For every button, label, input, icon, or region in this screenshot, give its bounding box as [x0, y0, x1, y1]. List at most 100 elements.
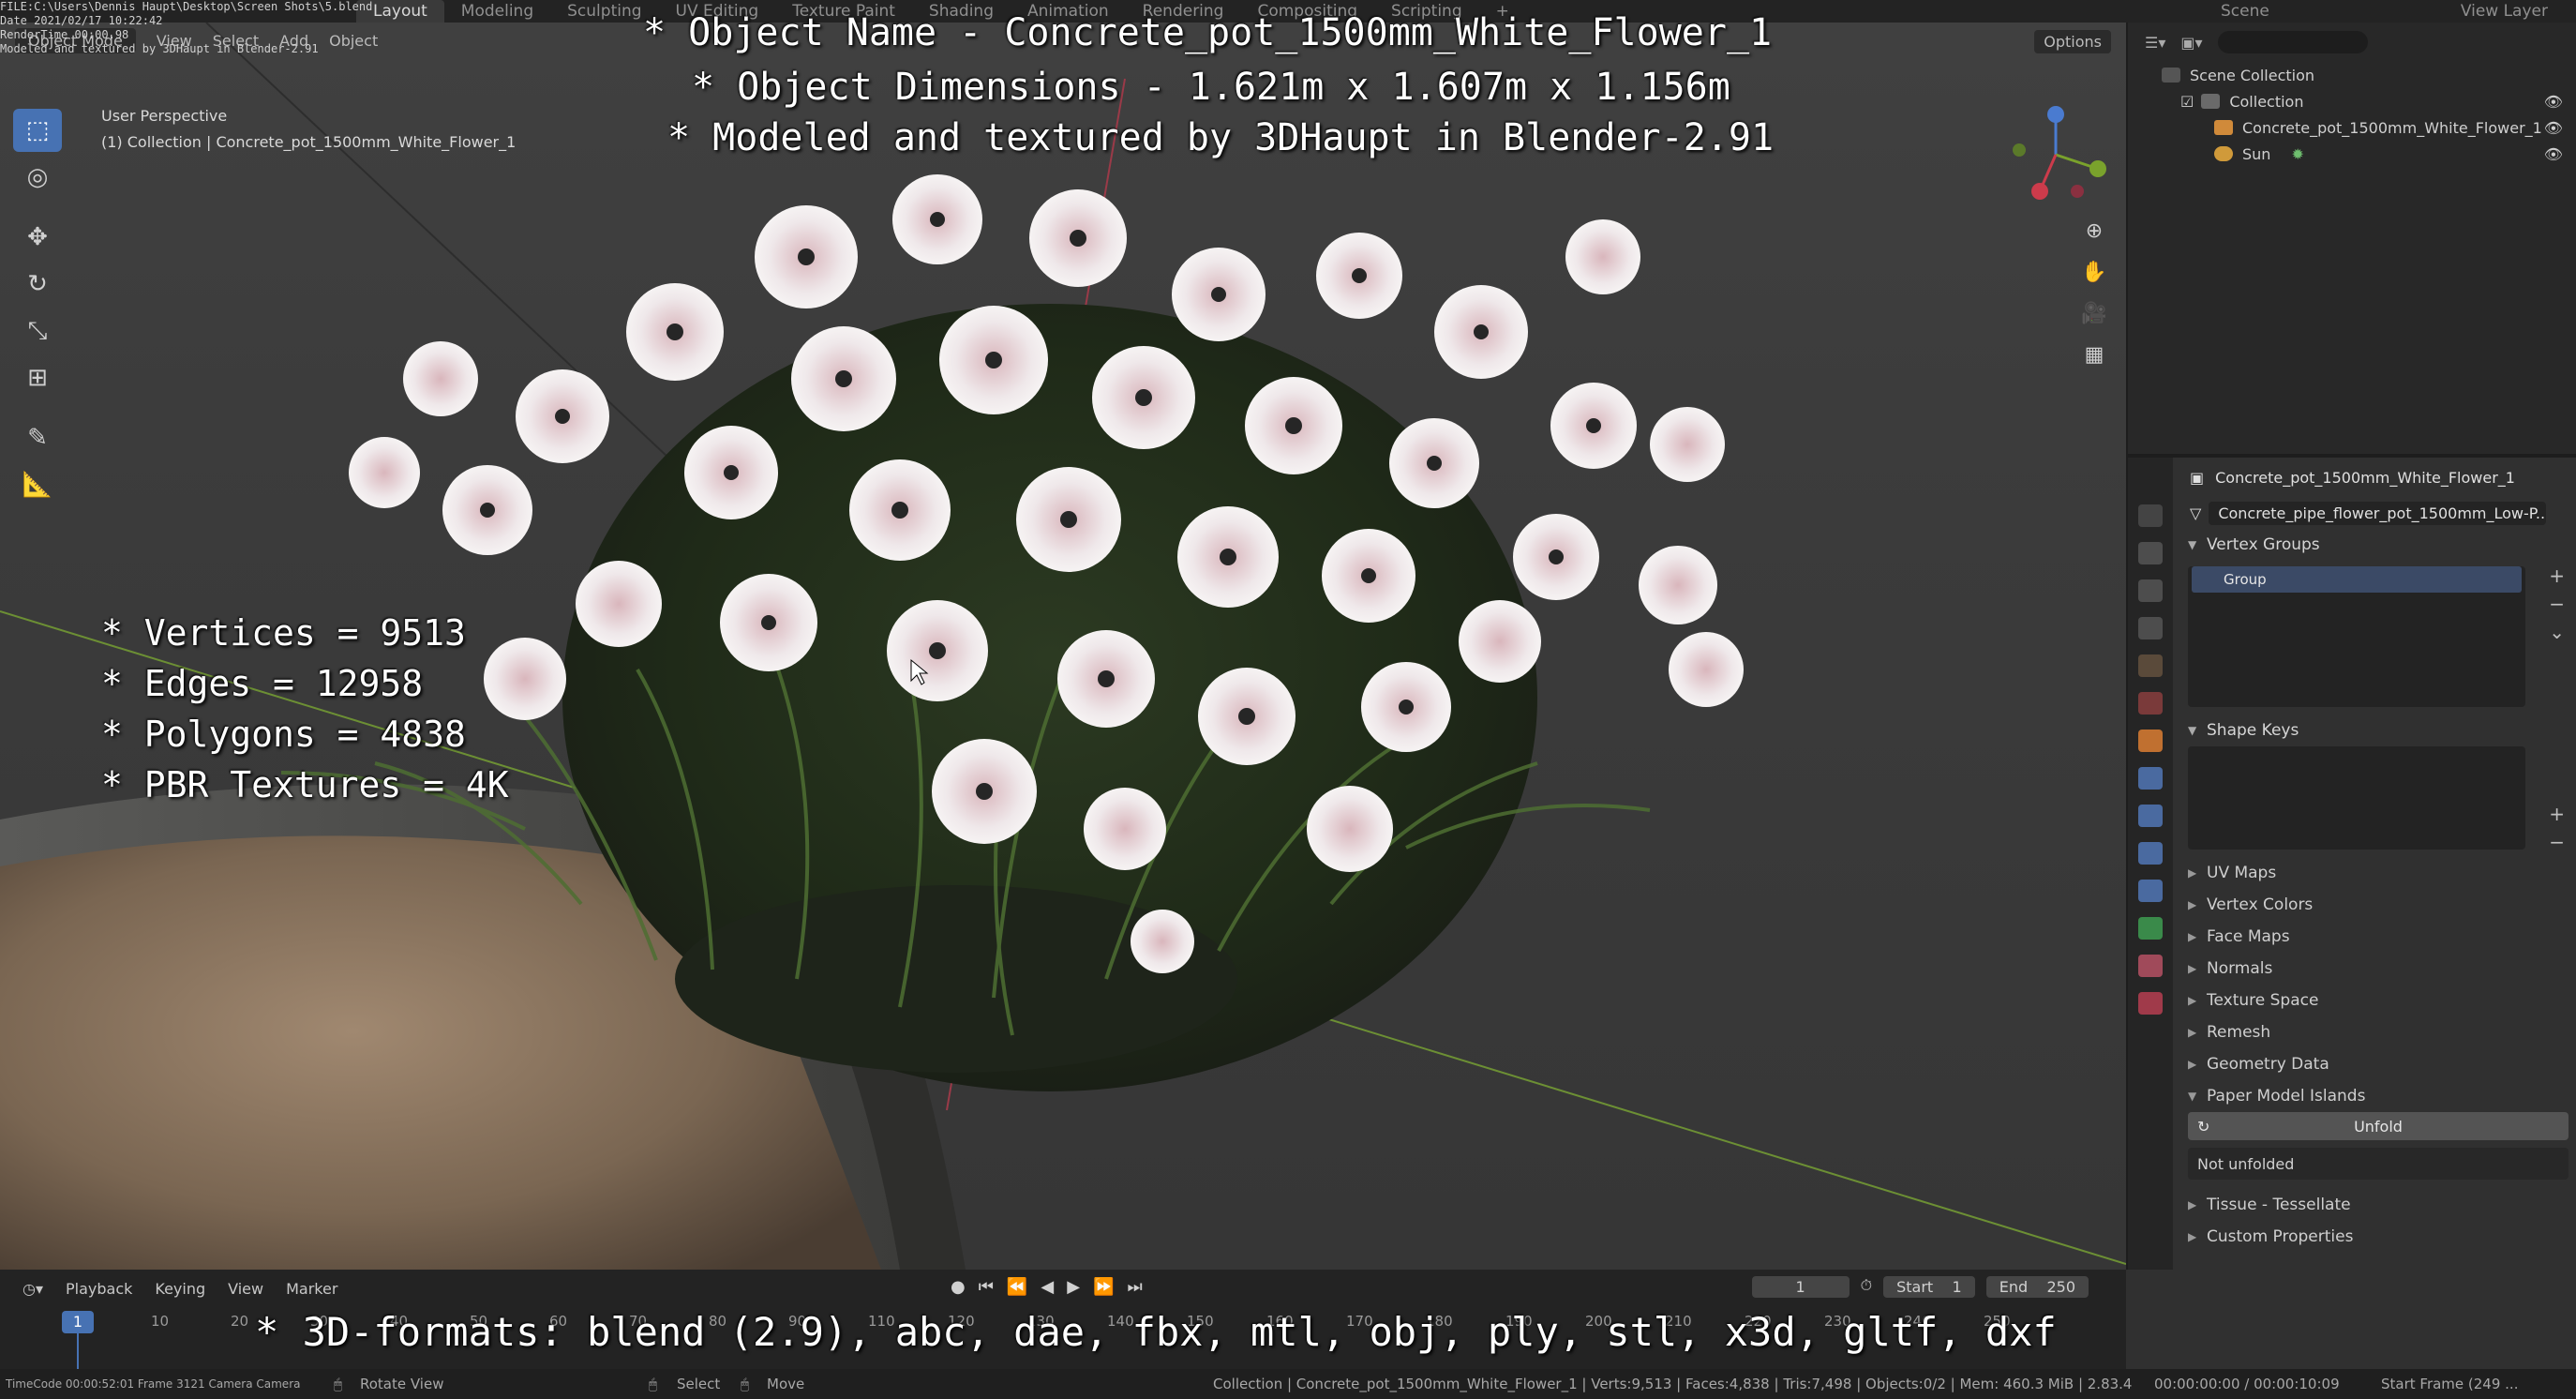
play-icon[interactable]: ▶ [1067, 1277, 1080, 1297]
modifier-tab-icon[interactable] [2138, 767, 2163, 790]
filter-view-icon[interactable]: ▣▾ [2180, 34, 2202, 52]
zoom-icon[interactable]: ⊕ [2074, 219, 2115, 251]
vertex-colors-panel[interactable]: ▶ Vertex Colors [2177, 889, 2576, 921]
outliner-collection[interactable]: ☑ Collection 👁 [2128, 88, 2576, 114]
expanded-arrow-icon: ▼ [2188, 538, 2197, 551]
outliner-scene-collection[interactable]: Scene Collection [2128, 62, 2576, 88]
outliner-search-input[interactable] [2217, 31, 2368, 53]
workspace-tab-modeling[interactable]: Modeling [444, 2, 550, 21]
object-tab-icon[interactable] [2138, 730, 2163, 752]
marker-menu[interactable]: Marker [286, 1280, 337, 1298]
play-reverse-icon[interactable]: ◀ [1041, 1277, 1054, 1297]
playback-controls: ● ⏮ ⏪ ◀ ▶ ⏩ ⏭ [951, 1277, 1143, 1297]
editor-type-icon[interactable]: ◷▾ [22, 1280, 43, 1298]
scene-collection-label: Scene Collection [2190, 66, 2315, 84]
tissue-panel[interactable]: ▶ Tissue - Tessellate [2177, 1189, 2576, 1221]
cursor-icon[interactable]: ◎ [13, 156, 62, 199]
select-box-icon[interactable]: ⬚ [13, 109, 62, 152]
normals-panel[interactable]: ▶ Normals [2177, 953, 2576, 985]
measure-icon[interactable]: 📐 [13, 463, 62, 506]
prev-keyframe-icon[interactable]: ⏪ [1007, 1277, 1027, 1297]
unfold-button[interactable]: ↻ Unfold [2188, 1112, 2569, 1140]
start-value: 1 [1952, 1278, 1962, 1296]
view-layer-tab-icon[interactable] [2138, 617, 2163, 639]
view-layer-selector[interactable]: View Layer [2461, 2, 2548, 21]
move-icon[interactable]: ✥ [13, 216, 62, 259]
texture-space-panel[interactable]: ▶ Texture Space [2177, 985, 2576, 1016]
clock-icon[interactable]: ⏱ [1861, 1276, 1872, 1298]
remove-icon[interactable]: − [2549, 831, 2565, 853]
light-icon [2214, 146, 2233, 161]
next-keyframe-icon[interactable]: ⏩ [1093, 1277, 1114, 1297]
add-icon[interactable]: + [2549, 803, 2565, 825]
checkbox-icon[interactable]: ☑ [2180, 93, 2194, 111]
render-tab-icon[interactable] [2138, 542, 2163, 564]
transform-icon[interactable]: ⊞ [13, 356, 62, 399]
stat-textures: * PBR Textures = 4K [101, 764, 509, 805]
vertex-groups-list[interactable]: Group [2188, 566, 2525, 707]
remove-icon[interactable]: − [2549, 593, 2565, 615]
start-frame-field[interactable]: Start 1 [1883, 1276, 1975, 1298]
shape-keys-title: Shape Keys [2207, 721, 2299, 740]
pan-hand-icon[interactable]: ✋ [2074, 261, 2115, 293]
playhead[interactable]: 1 [62, 1311, 94, 1333]
display-mode-icon[interactable]: ☰▾ [2145, 34, 2165, 52]
physics-tab-icon[interactable] [2138, 842, 2163, 865]
playback-menu[interactable]: Playback [66, 1280, 132, 1298]
outliner-header: ☰▾ ▣▾ [2128, 23, 2576, 62]
status-select: Select [677, 1376, 721, 1392]
material-tab-icon[interactable] [2138, 955, 2163, 977]
shape-keys-list[interactable] [2188, 746, 2525, 850]
custom-properties-panel[interactable]: ▶ Custom Properties [2177, 1221, 2576, 1253]
chevron-down-icon[interactable]: ⌄ [2549, 621, 2565, 643]
vertex-groups-panel-header[interactable]: ▼ Vertex Groups [2177, 529, 2576, 561]
vertex-group-item[interactable]: Group [2192, 566, 2522, 593]
normals-label: Normals [2207, 959, 2273, 978]
shape-keys-panel-header[interactable]: ▼ Shape Keys [2177, 715, 2576, 746]
particles-tab-icon[interactable] [2138, 805, 2163, 827]
eye-icon[interactable]: 👁 [2544, 119, 2563, 137]
keying-menu[interactable]: Keying [155, 1280, 205, 1298]
options-dropdown[interactable]: Options [2034, 30, 2111, 53]
paper-model-panel-header[interactable]: ▼ Paper Model Islands [2177, 1080, 2576, 1112]
mesh-datablock-row: ▽ Concrete_pipe_flower_pot_1500mm_Low-P.… [2177, 497, 2576, 529]
output-tab-icon[interactable] [2138, 579, 2163, 602]
status-bar: TimeCode 00:00:52:01 Frame 3121 Camera C… [0, 1369, 2576, 1399]
mesh-data-tab-icon[interactable] [2138, 917, 2163, 940]
jump-start-icon[interactable]: ⏮ [979, 1277, 994, 1297]
end-value: 250 [2046, 1278, 2075, 1296]
texture-tab-icon[interactable] [2138, 992, 2163, 1015]
add-icon[interactable]: + [2549, 564, 2565, 587]
tool-tab-icon[interactable] [2138, 504, 2163, 527]
eye-icon[interactable]: 👁 [2544, 93, 2563, 111]
face-maps-panel[interactable]: ▶ Face Maps [2177, 921, 2576, 953]
tissue-label: Tissue - Tessellate [2207, 1196, 2351, 1214]
status-move-icon: 🖱 [741, 1376, 750, 1392]
3d-viewport[interactable]: Object Mode View Select Add Object Optio… [0, 23, 2126, 1270]
end-frame-field[interactable]: End 250 [1985, 1276, 2089, 1298]
mesh-datablock-field[interactable]: Concrete_pipe_flower_pot_1500mm_Low-P... [2209, 501, 2547, 525]
object-name-overlay: * Object Name - Concrete_pot_1500mm_Whit… [643, 11, 1773, 54]
scale-icon[interactable]: ⤡ [13, 309, 62, 353]
status-scene-info: Collection | Concrete_pot_1500mm_White_F… [1213, 1376, 2133, 1392]
grid-ortho-icon[interactable]: ▦ [2074, 343, 2115, 375]
uv-maps-panel[interactable]: ▶ UV Maps [2177, 857, 2576, 889]
eye-icon[interactable]: 👁 [2544, 145, 2563, 163]
scene-tab-icon[interactable] [2138, 654, 2163, 677]
current-frame-field[interactable]: 1 [1751, 1276, 1850, 1298]
record-icon[interactable]: ● [951, 1277, 966, 1297]
timeline-view-menu[interactable]: View [228, 1280, 263, 1298]
outliner-sun[interactable]: Sun ✹ 👁 [2128, 141, 2576, 167]
constraints-tab-icon[interactable] [2138, 880, 2163, 902]
navigation-gizmo[interactable] [1995, 94, 2117, 216]
geometry-data-panel[interactable]: ▶ Geometry Data [2177, 1048, 2576, 1080]
camera-icon[interactable]: 🎥 [2074, 302, 2115, 334]
custom-properties-label: Custom Properties [2207, 1227, 2354, 1246]
outliner-object[interactable]: Concrete_pot_1500mm_White_Flower_1 👁 [2128, 114, 2576, 141]
remesh-panel[interactable]: ▶ Remesh [2177, 1016, 2576, 1048]
rotate-icon[interactable]: ↻ [13, 263, 62, 306]
scene-selector[interactable]: Scene [2221, 2, 2269, 21]
jump-end-icon[interactable]: ⏭ [1127, 1277, 1142, 1297]
annotate-icon[interactable]: ✎ [13, 416, 62, 459]
world-tab-icon[interactable] [2138, 692, 2163, 715]
